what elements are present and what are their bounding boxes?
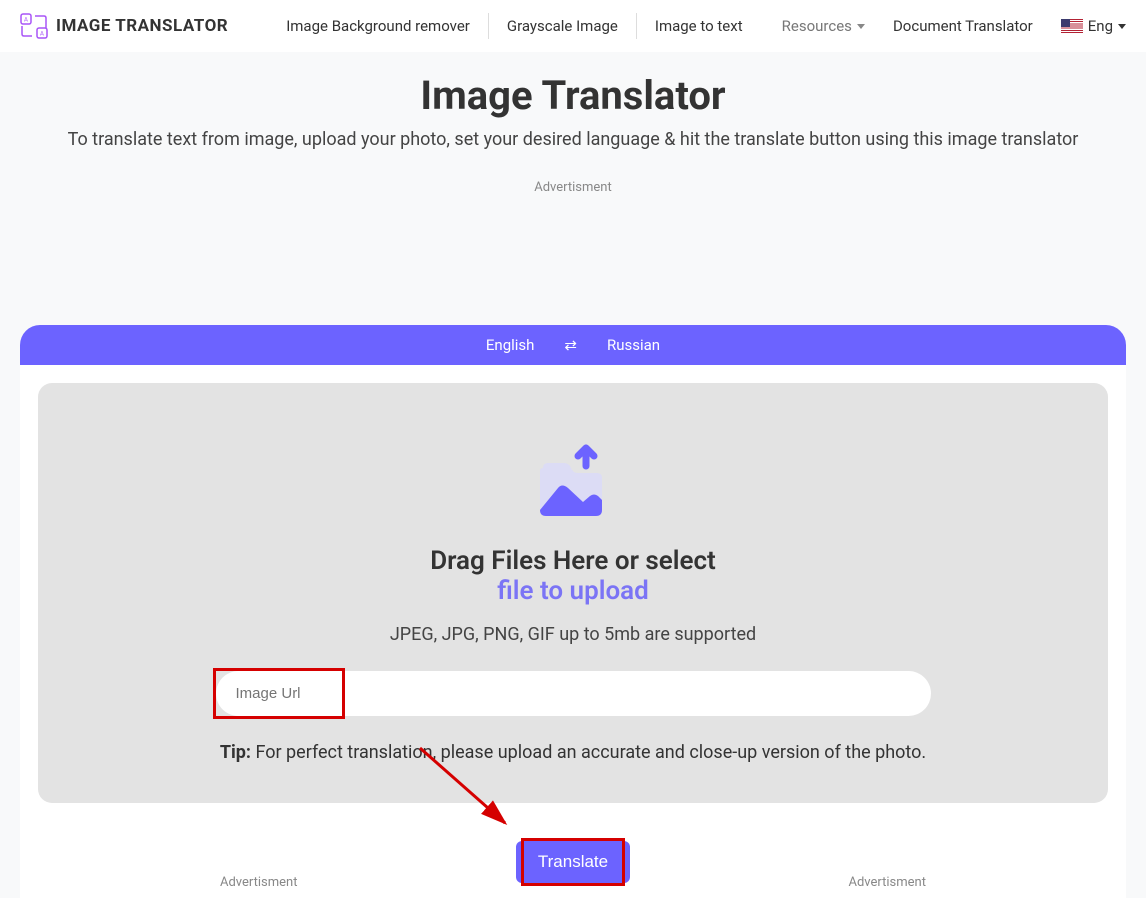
upload-area[interactable]: Drag Files Here or select file to upload…	[38, 383, 1108, 803]
page-subtitle: To translate text from image, upload you…	[20, 129, 1126, 150]
caret-down-icon	[857, 24, 865, 29]
resources-label: Resources	[782, 17, 852, 35]
resources-dropdown[interactable]: Resources	[782, 17, 865, 35]
ad-label-right: Advertisment	[849, 875, 927, 890]
format-info: JPEG, JPG, PNG, GIF up to 5mb are suppor…	[68, 624, 1078, 645]
translate-section: Translate Advertisment Advertisment	[20, 821, 1126, 898]
file-upload-link[interactable]: file to upload	[497, 576, 649, 606]
svg-text:A: A	[24, 17, 28, 24]
nav-image-to-text[interactable]: Image to text	[637, 13, 761, 39]
hero-section: Image Translator To translate text from …	[0, 52, 1146, 205]
url-input-wrap	[216, 671, 931, 716]
target-language[interactable]: Russian	[607, 336, 660, 354]
page-title: Image Translator	[20, 72, 1126, 119]
caret-down-icon	[1118, 24, 1126, 29]
language-selector[interactable]: Eng	[1061, 17, 1126, 35]
nav-grayscale[interactable]: Grayscale Image	[489, 13, 637, 39]
swap-languages-icon[interactable]: ⇄	[564, 336, 577, 354]
nav-bg-remover[interactable]: Image Background remover	[268, 13, 489, 39]
ad-label-top: Advertisment	[20, 180, 1126, 195]
nav-links: Image Background remover Grayscale Image…	[268, 13, 760, 39]
tip-text: Tip: For perfect translation, please upl…	[68, 742, 1078, 763]
logo-icon: A A	[20, 12, 48, 40]
tip-label: Tip:	[220, 742, 251, 763]
main-panel: English ⇄ Russian Drag Files Here or sel…	[20, 325, 1126, 898]
drag-title: Drag Files Here or select	[68, 546, 1078, 576]
flag-icon	[1061, 19, 1083, 33]
logo[interactable]: A A IMAGE TRANSLATOR	[20, 12, 228, 40]
lang-label: Eng	[1088, 17, 1113, 35]
svg-text:A: A	[40, 31, 44, 38]
translate-button[interactable]: Translate	[516, 841, 630, 883]
ad-label-left: Advertisment	[220, 875, 298, 890]
upload-icon	[528, 438, 618, 528]
logo-text: IMAGE TRANSLATOR	[56, 16, 228, 36]
nav-document-translator[interactable]: Document Translator	[893, 17, 1033, 35]
image-url-input[interactable]	[216, 671, 931, 716]
nav-right: Resources Document Translator Eng	[782, 17, 1126, 35]
source-language[interactable]: English	[486, 336, 535, 354]
tip-body: For perfect translation, please upload a…	[251, 742, 926, 763]
header: A A IMAGE TRANSLATOR Image Background re…	[0, 0, 1146, 52]
language-bar: English ⇄ Russian	[20, 325, 1126, 365]
